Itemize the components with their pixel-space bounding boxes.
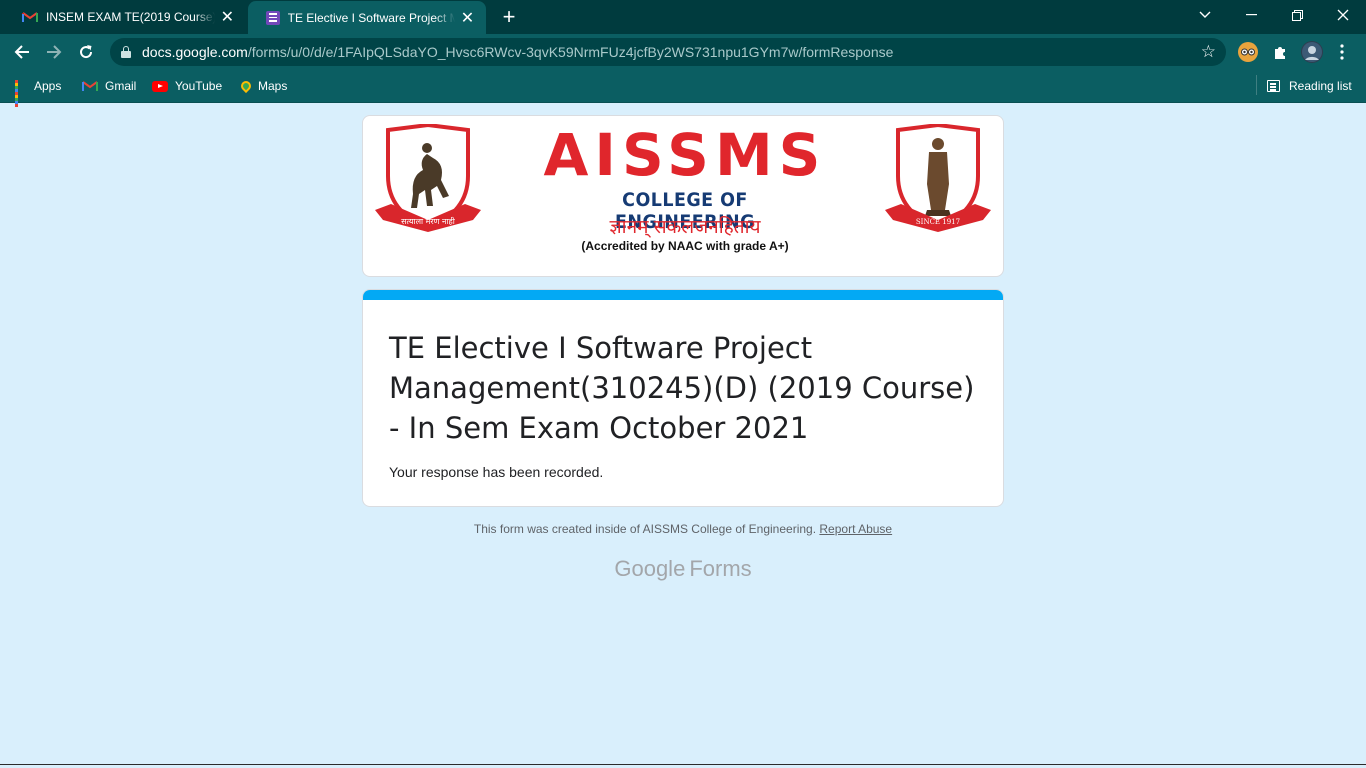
arrow-right-icon [47,45,62,59]
gmail-icon [82,80,98,92]
reading-list-button[interactable]: Reading list [1267,76,1352,96]
google-forms-icon [266,10,280,25]
form-header-banner: सत्याला मरण नाही AISSMS COLLEGE OF ENGIN… [362,115,1004,277]
bookmark-apps[interactable]: Apps [15,76,62,107]
apps-grid-icon [15,80,27,107]
profile-avatar[interactable] [1301,41,1323,63]
bookmark-youtube[interactable]: YouTube [152,76,222,96]
bookmark-label: Apps [34,79,62,93]
tab-title: TE Elective I Software Project Mana [287,10,455,25]
puzzle-icon [1275,47,1285,59]
bookmark-label: Maps [258,79,288,93]
browser-tab-strip: INSEM EXAM TE(2019 Course):Ele ✕ TE Elec… [0,0,1366,34]
close-tab-icon[interactable]: ✕ [459,8,476,28]
bookmark-maps[interactable]: Maps [238,76,288,96]
youtube-icon [152,80,168,92]
google-wordmark: Google [614,556,686,581]
lock-icon [121,46,131,58]
back-button[interactable] [10,40,34,64]
close-tab-icon[interactable]: ✕ [219,7,236,27]
reload-button[interactable] [74,40,98,64]
bookmark-label: YouTube [175,79,223,93]
bookmarks-bar: Apps Gmail YouTube Maps Reading list [0,70,1366,107]
bookmark-label: Gmail [105,79,137,93]
accreditation-text: (Accredited by NAAC with grade A+) [581,239,789,253]
more-vert-icon [1340,44,1344,60]
google-forms-logo[interactable]: Google Forms [362,556,1004,582]
url-text[interactable]: docs.google.com/forms/u/0/d/e/1FAIpQLSda… [142,44,893,60]
bookmark-gmail[interactable]: Gmail [82,76,136,96]
minimize-button[interactable] [1228,0,1274,30]
form-confirmation-card: TE Elective I Software Project Managemen… [362,289,1004,507]
url-host: docs.google.com [142,44,248,60]
extensions-puzzle-button[interactable] [1270,42,1290,62]
new-tab-button[interactable]: + [498,4,520,30]
tab-google-forms[interactable]: TE Elective I Software Project Mana ✕ [248,1,486,34]
minimize-icon [1245,14,1257,16]
forms-wordmark: Forms [689,556,752,581]
footer-note-text: This form was created inside of AISSMS C… [473,522,817,536]
arrow-left-icon [14,45,29,59]
restore-button[interactable] [1274,0,1320,30]
tab-gmail[interactable]: INSEM EXAM TE(2019 Course):Ele ✕ [4,0,246,34]
close-window-button[interactable] [1320,0,1366,30]
horse-rider-crest-icon: सत्याला मरण नाही [375,124,481,232]
report-abuse-link[interactable]: Report Abuse [819,522,892,536]
college-motto: ज्ञानम् सकलजनहिताय [609,217,761,238]
response-recorded-message: Your response has been recorded. [389,464,604,480]
browser-toolbar: docs.google.com/forms/u/0/d/e/1FAIpQLSda… [0,34,1366,70]
reading-list-label: Reading list [1289,79,1352,93]
tab-title: INSEM EXAM TE(2019 Course):Ele [46,10,215,24]
maps-icon [238,78,254,94]
bookmark-star-icon[interactable]: ☆ [1201,42,1216,62]
form-accent-bar [363,290,1003,300]
address-bar[interactable]: docs.google.com/forms/u/0/d/e/1FAIpQLSda… [110,38,1226,66]
left-crest-text: सत्याला मरण नाही [401,216,456,226]
window-bottom-edge [0,764,1366,768]
chevron-down-icon [1199,11,1211,18]
glasses-icon [1241,48,1255,56]
url-path: /forms/u/0/d/e/1FAIpQLSdaYO_Hvsc6RWcv-3q… [247,44,894,60]
form-title: TE Elective I Software Project Managemen… [389,331,975,445]
tab-search-button[interactable] [1182,0,1228,30]
right-crest-text: SINCE 1917 [916,218,960,226]
reload-icon [80,45,93,59]
reading-list-icon [1267,80,1280,92]
college-logo-text: AISSMS [543,121,827,189]
extension-icon[interactable] [1238,42,1258,62]
chrome-menu-button[interactable] [1332,42,1352,62]
form-footer-note: This form was created inside of AISSMS C… [362,522,1004,536]
forward-button[interactable] [42,40,66,64]
bookmarks-divider [1256,75,1257,95]
statue-crest-icon: SINCE 1917 [885,124,991,232]
close-icon [1337,9,1349,21]
avatar-icon [1302,42,1322,62]
gmail-icon [22,11,38,23]
restore-icon [1291,9,1303,21]
